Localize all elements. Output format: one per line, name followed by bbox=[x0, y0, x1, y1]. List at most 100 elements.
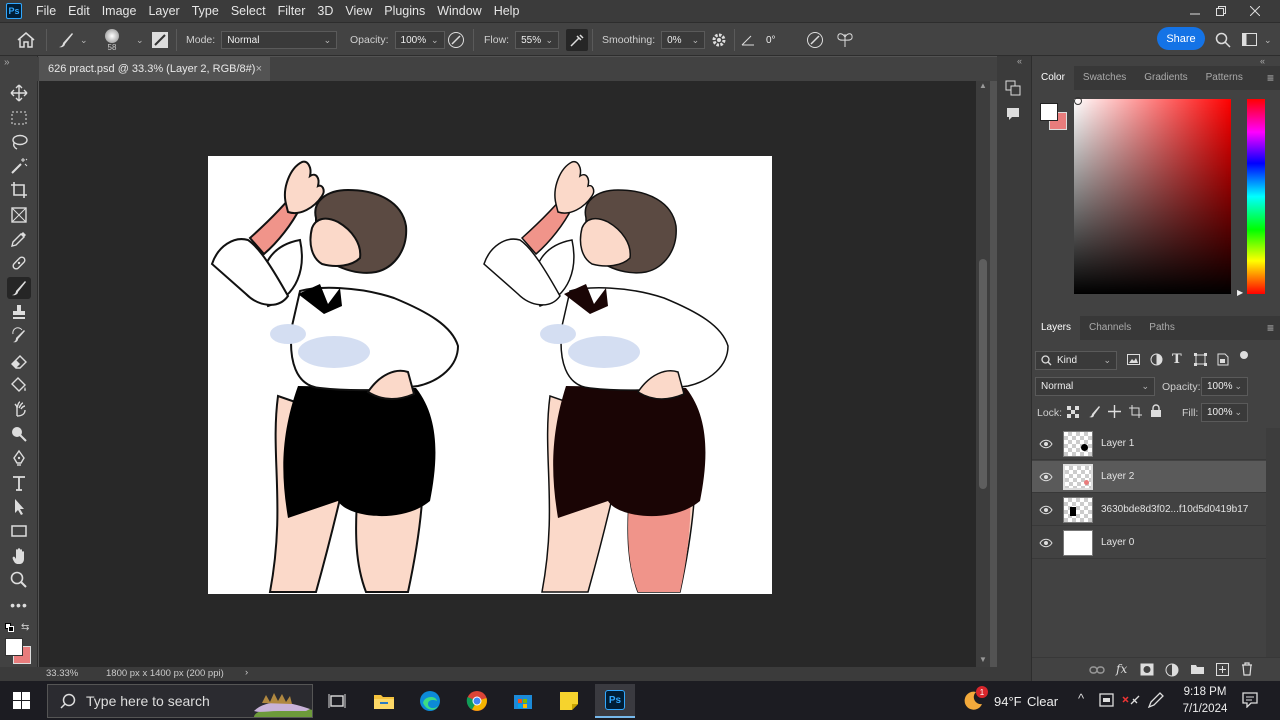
chevron-down-icon[interactable]: ⌄ bbox=[136, 23, 144, 57]
trash-icon[interactable] bbox=[1241, 662, 1253, 676]
sticky-notes-button[interactable] bbox=[549, 684, 589, 718]
tray-network[interactable] bbox=[1122, 693, 1140, 707]
collapse-panel-icon[interactable]: » bbox=[4, 57, 10, 68]
weather-temperature[interactable]: 94°F bbox=[994, 694, 1022, 709]
type-tool[interactable] bbox=[7, 472, 31, 494]
document-canvas[interactable] bbox=[208, 156, 772, 594]
tab-patterns[interactable]: Patterns bbox=[1197, 66, 1252, 90]
zoom-tool[interactable] bbox=[7, 569, 31, 591]
color-picker-field[interactable] bbox=[1074, 99, 1231, 294]
layer-row-layer-0[interactable]: Layer 0 bbox=[1032, 527, 1266, 559]
flow-field[interactable]: 55% ⌄ bbox=[515, 31, 560, 49]
tray-pen[interactable] bbox=[1147, 692, 1165, 708]
clock-time[interactable]: 9:18 PM bbox=[1180, 686, 1230, 698]
layers-scrollbar[interactable] bbox=[1266, 428, 1280, 657]
task-view-button[interactable] bbox=[317, 684, 357, 718]
default-colors-icon[interactable] bbox=[5, 623, 14, 632]
marquee-tool[interactable] bbox=[7, 107, 31, 129]
history-panel-button[interactable] bbox=[1005, 80, 1021, 96]
filter-toggle-icon[interactable] bbox=[1240, 351, 1248, 359]
restore-button[interactable] bbox=[1206, 0, 1236, 22]
filter-adjustment-button[interactable] bbox=[1150, 353, 1163, 366]
layer-row-layer-2[interactable]: Layer 2 bbox=[1032, 461, 1266, 493]
vertical-scroll-thumb[interactable] bbox=[979, 259, 987, 489]
lock-artboard-button[interactable] bbox=[1129, 405, 1142, 418]
swap-colors-icon[interactable]: ⇆ bbox=[21, 622, 29, 633]
airbrush-button[interactable] bbox=[566, 23, 588, 57]
share-button[interactable]: Share bbox=[1157, 27, 1205, 50]
layer-opacity-field[interactable]: 100% ⌄ bbox=[1201, 377, 1248, 396]
chevron-up-icon[interactable]: ^ bbox=[1078, 691, 1084, 706]
fx-icon[interactable]: fx bbox=[1116, 662, 1127, 676]
pressure-size-button[interactable] bbox=[806, 23, 824, 57]
layers-panel-menu-icon[interactable]: ≡ bbox=[1267, 321, 1274, 335]
brush-tool[interactable] bbox=[7, 277, 31, 299]
scroll-down-icon[interactable]: ▼ bbox=[979, 655, 987, 664]
tab-swatches[interactable]: Swatches bbox=[1074, 66, 1135, 90]
eraser-tool[interactable] bbox=[7, 350, 31, 372]
foreground-color-swatch[interactable] bbox=[5, 638, 23, 656]
start-button[interactable] bbox=[13, 692, 30, 709]
angle-field[interactable]: 0° bbox=[761, 31, 791, 49]
home-button[interactable] bbox=[17, 23, 35, 57]
menu-help[interactable]: Help bbox=[488, 0, 526, 22]
fill-field[interactable]: 100% ⌄ bbox=[1201, 403, 1248, 422]
edge-button[interactable] bbox=[410, 684, 450, 718]
smoothing-field[interactable]: 0% ⌄ bbox=[661, 31, 706, 49]
tool-preset-picker[interactable]: ⌄ bbox=[56, 23, 88, 57]
brush-size-picker[interactable]: 58 bbox=[105, 23, 119, 57]
menu-select[interactable]: Select bbox=[225, 0, 272, 22]
lock-pixels-button[interactable] bbox=[1088, 405, 1101, 418]
rectangle-tool[interactable] bbox=[7, 520, 31, 542]
crop-tool[interactable] bbox=[7, 179, 31, 201]
menu-3d[interactable]: 3D bbox=[311, 0, 339, 22]
visibility-toggle[interactable] bbox=[1032, 439, 1060, 449]
tab-layers[interactable]: Layers bbox=[1032, 316, 1081, 340]
tab-color[interactable]: Color bbox=[1032, 66, 1074, 90]
menu-type[interactable]: Type bbox=[186, 0, 225, 22]
tab-channels[interactable]: Channels bbox=[1080, 316, 1140, 340]
hand-tool[interactable] bbox=[7, 545, 31, 567]
symmetry-button[interactable] bbox=[836, 23, 854, 57]
visibility-toggle[interactable] bbox=[1032, 505, 1060, 515]
workspace-button[interactable]: ⌄ bbox=[1242, 23, 1272, 57]
menu-file[interactable]: File bbox=[30, 0, 62, 22]
tab-gradients[interactable]: Gradients bbox=[1135, 66, 1196, 90]
mask-icon[interactable] bbox=[1140, 663, 1154, 676]
taskbar-search[interactable]: Type here to search bbox=[47, 684, 313, 718]
path-selection-tool[interactable] bbox=[7, 496, 31, 518]
vertical-scrollbar[interactable]: ▲ ▼ bbox=[976, 81, 990, 667]
collapse-panels-icon[interactable]: « bbox=[1017, 56, 1022, 66]
document-tab[interactable]: 626 pract.psd @ 33.3% (Layer 2, RGB/8#) … bbox=[39, 57, 270, 81]
menu-layer[interactable]: Layer bbox=[142, 0, 185, 22]
notification-button[interactable] bbox=[1242, 692, 1258, 708]
layer-filter-dropdown[interactable]: Kind ⌄ bbox=[1035, 351, 1117, 370]
frame-tool[interactable] bbox=[7, 204, 31, 226]
healing-brush-tool[interactable] bbox=[7, 252, 31, 274]
color-panel-menu-icon[interactable]: ≡ bbox=[1267, 71, 1274, 85]
store-button[interactable] bbox=[503, 684, 543, 718]
visibility-toggle[interactable] bbox=[1032, 472, 1060, 482]
filter-shape-button[interactable] bbox=[1194, 353, 1207, 366]
lasso-tool[interactable] bbox=[7, 131, 31, 153]
menu-edit[interactable]: Edit bbox=[62, 0, 96, 22]
hue-slider[interactable] bbox=[1247, 99, 1265, 294]
magic-wand-tool[interactable] bbox=[7, 155, 31, 177]
filter-type-icon[interactable]: T bbox=[1172, 352, 1182, 367]
lock-position-button[interactable] bbox=[1108, 405, 1121, 418]
search-button[interactable] bbox=[1215, 23, 1231, 57]
pen-tool[interactable] bbox=[7, 447, 31, 469]
hue-slider-handle-icon[interactable]: ▶ bbox=[1237, 288, 1243, 297]
pressure-opacity-button[interactable] bbox=[447, 23, 465, 57]
close-tab-icon[interactable]: × bbox=[256, 63, 262, 75]
panel-foreground-swatch[interactable] bbox=[1040, 103, 1058, 121]
menu-image[interactable]: Image bbox=[96, 0, 143, 22]
adjustment-layer-icon[interactable] bbox=[1165, 663, 1179, 677]
history-brush-tool[interactable] bbox=[7, 325, 31, 347]
mode-dropdown[interactable]: Normal ⌄ bbox=[221, 31, 338, 49]
smudge-tool[interactable] bbox=[7, 398, 31, 420]
filter-pixel-button[interactable] bbox=[1127, 354, 1140, 366]
menu-plugins[interactable]: Plugins bbox=[378, 0, 431, 22]
paint-bucket-tool[interactable] bbox=[7, 374, 31, 396]
weather-description[interactable]: Clear bbox=[1027, 694, 1058, 709]
